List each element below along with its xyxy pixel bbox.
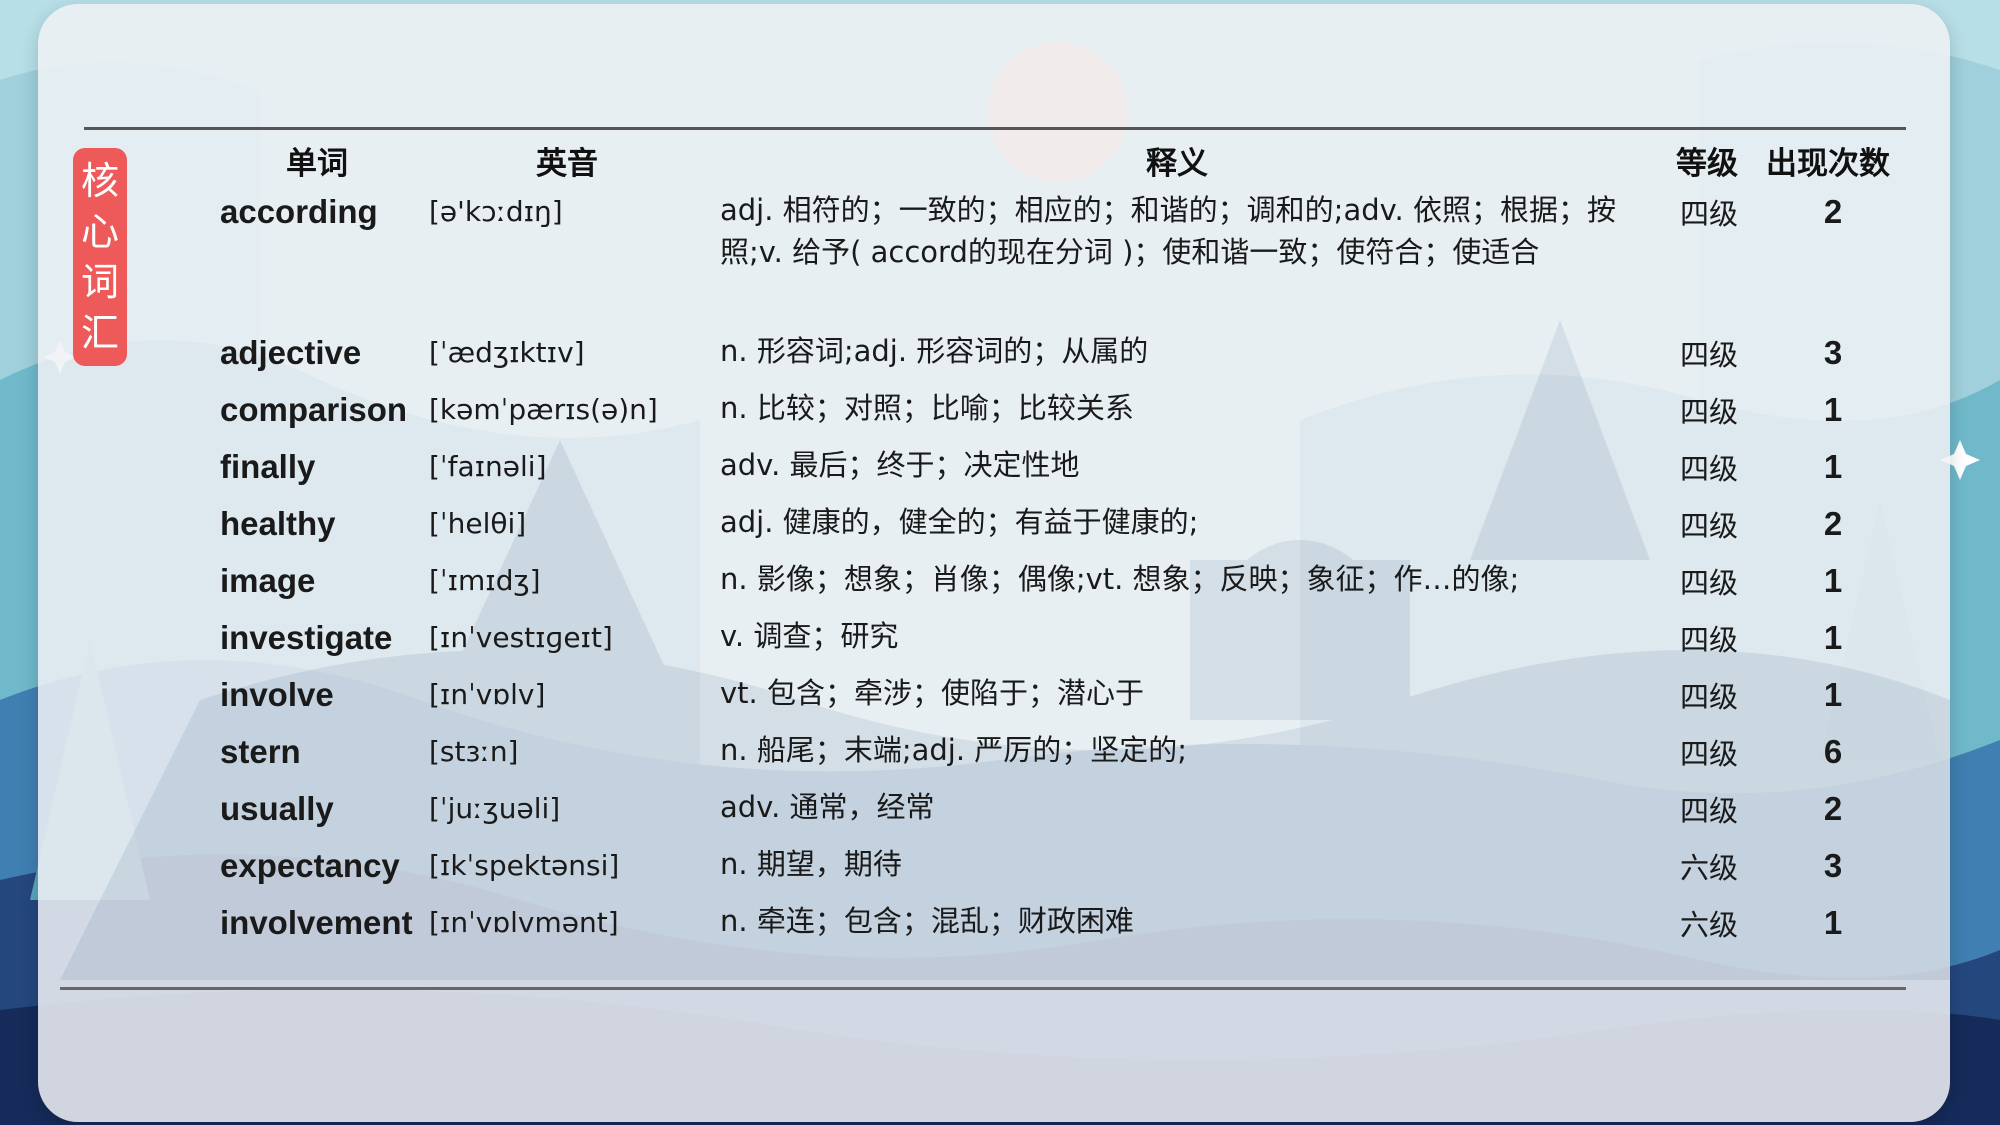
phonetic-cell: [ə'kɔːdɪŋ] (429, 195, 563, 228)
level-cell: 四级 (1680, 737, 1739, 771)
header-count: 出现次数 (1766, 146, 1890, 182)
word-cell: investigate (220, 619, 393, 656)
vocabulary-table: 单词 英音 释义 等级 出现次数 according [ə'kɔːdɪŋ] ad… (0, 0, 2000, 1125)
header-phonetic: 英音 (536, 146, 598, 182)
definition-cell: n. 期望，期待 (720, 847, 902, 881)
definition-cell: n. 影像；想象；肖像；偶像;vt. 想象；反映；象征；作…的像; (720, 562, 1520, 596)
count-cell: 1 (1823, 676, 1843, 713)
phonetic-cell: [ˈɪmɪdʒ] (429, 564, 541, 597)
phonetic-cell: [ˈfaɪnəli] (429, 450, 547, 483)
count-cell: 1 (1823, 391, 1843, 428)
phonetic-cell: [stɜːn] (429, 735, 519, 768)
header-word: 单词 (286, 146, 348, 182)
phonetic-cell: [ˈjuːʒuəli] (429, 792, 561, 825)
count-cell: 2 (1823, 193, 1843, 230)
count-cell: 2 (1823, 505, 1843, 542)
definition-cell: vt. 包含；牵涉；使陷于；潜心于 (720, 676, 1144, 710)
word-cell: stern (220, 733, 301, 770)
phonetic-cell: [ˈhelθi] (429, 507, 527, 540)
phonetic-cell: [ˈædʒɪktɪv] (429, 336, 585, 369)
count-cell: 2 (1823, 790, 1843, 827)
word-cell: usually (220, 790, 334, 827)
level-cell: 四级 (1680, 623, 1739, 657)
count-cell: 3 (1823, 334, 1843, 371)
level-cell: 四级 (1680, 338, 1739, 372)
definition-cell: adj. 相符的；一致的；相应的；和谐的；调和的;adv. 依照；根据；按照;v… (720, 193, 1616, 269)
count-cell: 3 (1823, 847, 1843, 884)
word-cell: involve (220, 676, 334, 713)
count-cell: 1 (1823, 562, 1843, 599)
word-cell: comparison (220, 391, 408, 428)
header-definition: 释义 (1146, 146, 1208, 182)
level-cell: 四级 (1680, 680, 1739, 714)
level-cell: 四级 (1680, 509, 1739, 543)
level-cell: 六级 (1680, 851, 1739, 885)
definition-cell: adv. 最后；终于；决定性地 (720, 448, 1080, 482)
word-cell: image (220, 562, 316, 599)
word-cell: according (220, 193, 378, 230)
header-level: 等级 (1676, 146, 1738, 182)
definition-cell: n. 牵连；包含；混乱；财政困难 (720, 904, 1134, 938)
level-cell: 四级 (1680, 395, 1739, 429)
level-cell: 四级 (1680, 794, 1739, 828)
word-cell: involvement (220, 904, 413, 941)
definition-cell: n. 形容词;adj. 形容词的；从属的 (720, 334, 1149, 368)
word-cell: adjective (220, 334, 362, 371)
definition-cell: adj. 健康的，健全的；有益于健康的; (720, 505, 1199, 539)
slide: 核 心 词 汇 单词 英音 释义 等级 出现次数 according [ə'kɔ… (0, 0, 2000, 1125)
word-cell: finally (220, 448, 316, 485)
level-cell: 四级 (1680, 452, 1739, 486)
word-cell: expectancy (220, 847, 400, 884)
count-cell: 6 (1823, 733, 1843, 770)
phonetic-cell: [kəmˈpærɪs(ə)n] (429, 393, 658, 426)
definition-cell: n. 船尾；末端;adj. 严厉的；坚定的; (720, 733, 1188, 767)
phonetic-cell: [ɪkˈspektənsi] (429, 849, 620, 882)
phonetic-cell: [ɪnˈvɒlv] (429, 678, 546, 711)
word-cell: healthy (220, 505, 336, 542)
definition-cell: v. 调查；研究 (720, 619, 899, 653)
level-cell: 四级 (1680, 197, 1739, 231)
phonetic-cell: [ɪnˈvestɪɡeɪt] (429, 621, 613, 654)
count-cell: 1 (1823, 904, 1843, 941)
level-cell: 六级 (1680, 908, 1739, 942)
count-cell: 1 (1823, 619, 1843, 656)
definition-cell: adv. 通常，经常 (720, 790, 935, 824)
definition-cell: n. 比较；对照；比喻；比较关系 (720, 391, 1134, 425)
level-cell: 四级 (1680, 566, 1739, 600)
count-cell: 1 (1823, 448, 1843, 485)
phonetic-cell: [ɪnˈvɒlvmənt] (429, 906, 619, 939)
